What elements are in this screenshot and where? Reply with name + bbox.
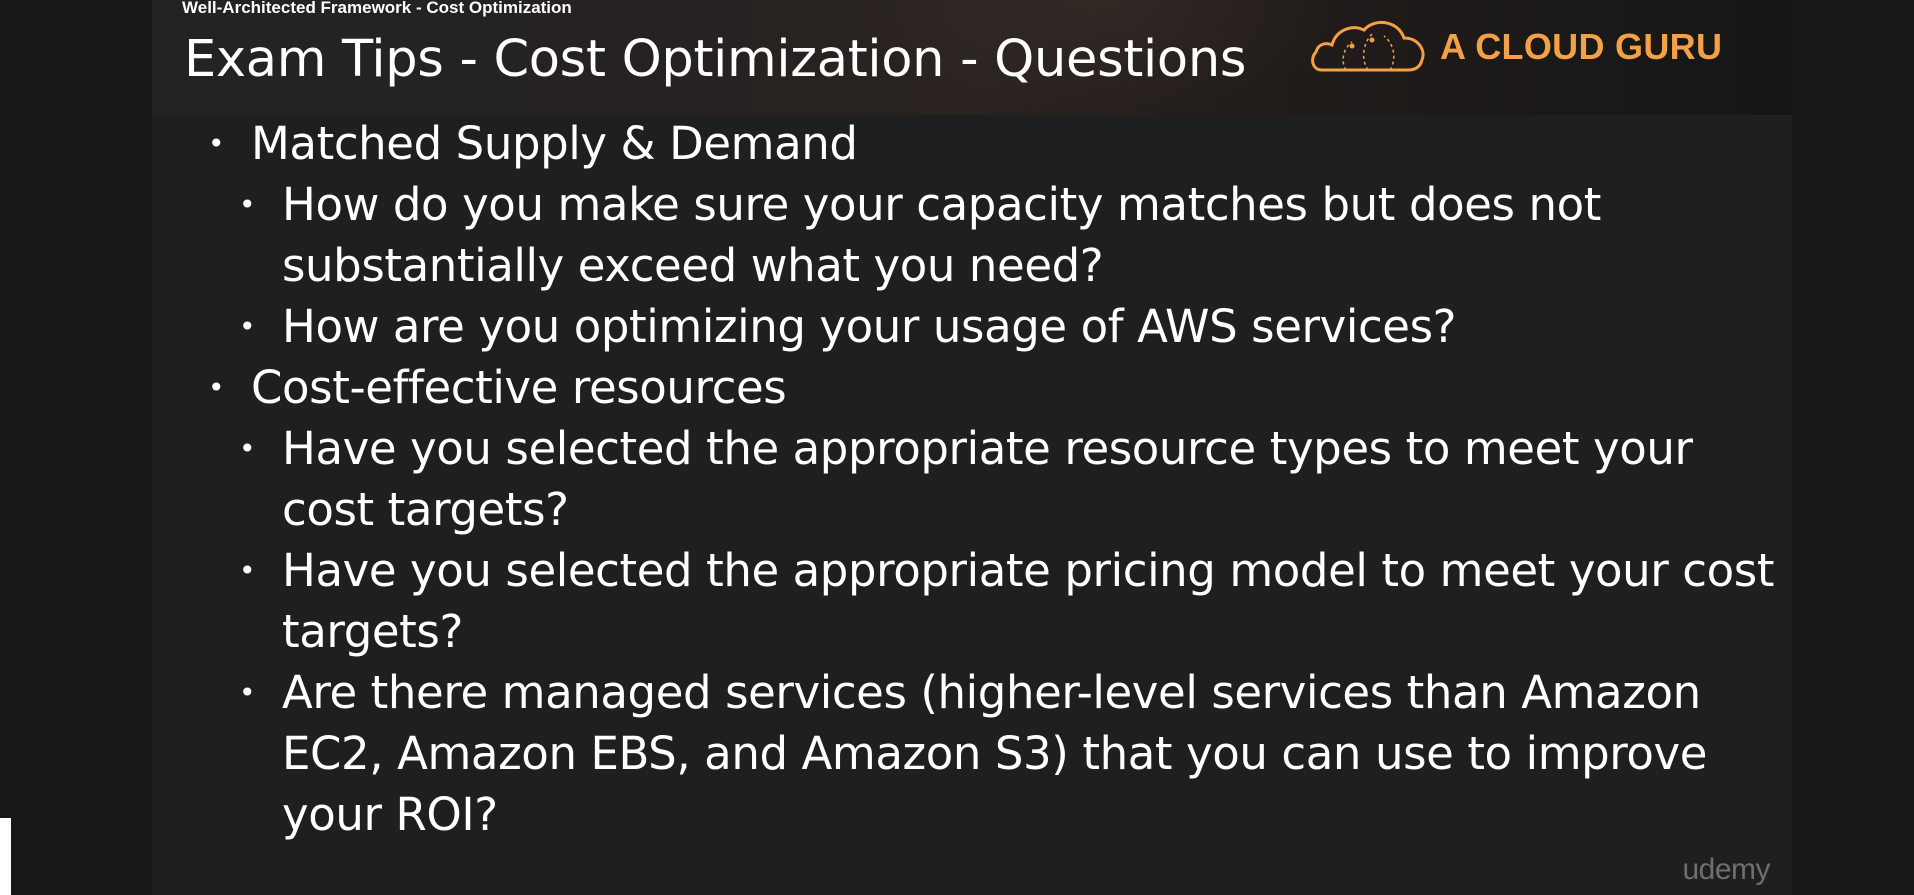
bullet-dot-icon: • — [239, 554, 256, 587]
cloud-logo-icon — [1311, 21, 1425, 72]
video-player[interactable]: Well-Architected Framework - Cost Optimi… — [0, 0, 1914, 895]
udemy-watermark: udemy — [1682, 853, 1770, 886]
bullet-text: Have you selected the appropriate resour… — [282, 422, 1693, 536]
bullet-list: • Matched Supply & Demand • How do you m… — [152, 113, 1792, 845]
slide-header: Well-Architected Framework - Cost Optimi… — [152, 0, 1792, 115]
bullet-item: • How are you optimizing your usage of A… — [152, 296, 1792, 357]
bullet-text: Have you selected the appropriate pricin… — [282, 544, 1775, 658]
brand-name: A CLOUD GURU — [1440, 26, 1723, 67]
section-label: Well-Architected Framework - Cost Optimi… — [182, 0, 572, 17]
lecture-slide: Well-Architected Framework - Cost Optimi… — [152, 0, 1792, 895]
bullet-dot-icon: • — [208, 127, 225, 160]
bullet-item: • Are there managed services (higher-lev… — [152, 662, 1792, 845]
bullet-text: How do you make sure your capacity match… — [282, 178, 1601, 292]
brand-logo: A CLOUD GURU — [1310, 12, 1750, 82]
bullet-dot-icon: • — [239, 432, 256, 465]
bullet-dot-icon: • — [239, 310, 256, 343]
bullet-dot-icon: • — [239, 188, 256, 221]
bullet-item: • Have you selected the appropriate pric… — [152, 540, 1792, 662]
bullet-text: Are there managed services (higher-level… — [282, 666, 1708, 841]
edge-marker — [0, 818, 11, 895]
slide-title: Exam Tips - Cost Optimization - Question… — [184, 30, 1247, 89]
bullet-text: Matched Supply & Demand — [251, 117, 858, 170]
bullet-dot-icon: • — [239, 676, 256, 709]
bullet-item: • Have you selected the appropriate reso… — [152, 418, 1792, 540]
bullet-item: • Matched Supply & Demand — [152, 113, 1792, 174]
bullet-item: • How do you make sure your capacity mat… — [152, 174, 1792, 296]
bullet-dot-icon: • — [208, 371, 225, 404]
bullet-text: How are you optimizing your usage of AWS… — [282, 300, 1457, 353]
bullet-text: Cost-effective resources — [251, 361, 787, 414]
bullet-item: • Cost-effective resources — [152, 357, 1792, 418]
